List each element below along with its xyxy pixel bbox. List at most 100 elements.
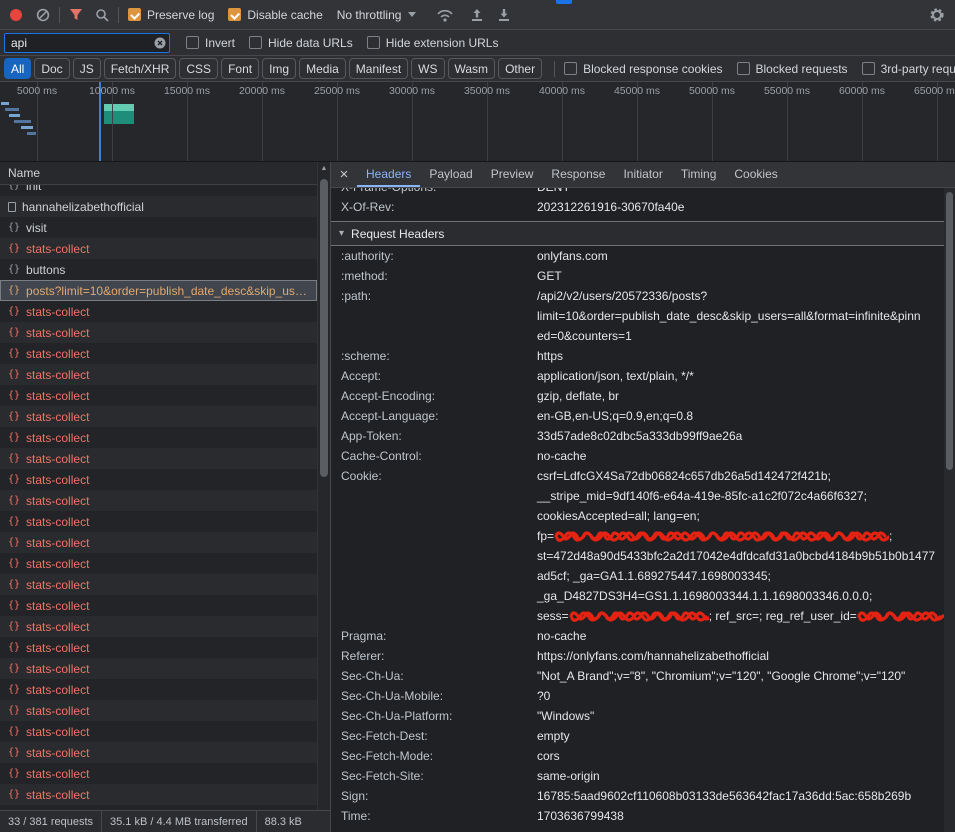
scrollbar-thumb[interactable]: [946, 192, 953, 470]
header-value-line: ed=0&counters=1: [537, 326, 944, 346]
filter-chip-doc[interactable]: Doc: [34, 58, 69, 79]
request-row[interactable]: {}stats-collect: [0, 511, 317, 532]
filter-chip-other[interactable]: Other: [498, 58, 542, 79]
requests-scrollbar[interactable]: ▲: [317, 162, 330, 810]
request-row[interactable]: {}stats-collect: [0, 679, 317, 700]
redaction-scribble: [554, 530, 889, 543]
filter-chip-media[interactable]: Media: [299, 58, 346, 79]
scroll-up-icon[interactable]: ▲: [318, 162, 330, 176]
request-row[interactable]: {}stats-collect: [0, 553, 317, 574]
request-row[interactable]: hannahelizabethofficial: [0, 196, 317, 217]
braces-icon: {}: [8, 185, 20, 191]
request-row[interactable]: {}init: [0, 185, 317, 196]
filter-chip-img[interactable]: Img: [262, 58, 296, 79]
checkbox-blocked-response-cookies[interactable]: Blocked response cookies: [564, 62, 722, 76]
search-button[interactable]: [95, 8, 109, 22]
header-row: Referer:https://onlyfans.com/hannaheliza…: [331, 646, 944, 666]
tab-response[interactable]: Response: [542, 162, 614, 187]
import-har-button[interactable]: [470, 8, 484, 22]
request-row[interactable]: {} stats-collect: [0, 469, 317, 490]
timeline-tick-label: 55000 ms: [764, 85, 810, 97]
checkbox-blocked-requests[interactable]: Blocked requests: [737, 62, 848, 76]
request-name: stats-collect: [26, 641, 313, 655]
request-row[interactable]: {}stats-collect: [0, 658, 317, 679]
timeline-tick-label: 25000 ms: [314, 85, 360, 97]
request-headers-section[interactable]: ▾Request Headers: [331, 221, 944, 246]
timeline-overview[interactable]: 5000 ms10000 ms15000 ms20000 ms25000 ms3…: [0, 82, 955, 162]
tab-preview[interactable]: Preview: [482, 162, 543, 187]
request-row[interactable]: {}stats-collect: [0, 490, 317, 511]
braces-icon: {}: [8, 243, 20, 254]
request-row[interactable]: {}stats-collect: [0, 595, 317, 616]
braces-icon: {}: [8, 621, 20, 632]
request-row[interactable]: {}stats-collect: [0, 742, 317, 763]
disable-cache-checkbox[interactable]: Disable cache: [228, 8, 322, 22]
close-details-button[interactable]: ×: [331, 166, 357, 183]
preserve-log-checkbox[interactable]: Preserve log: [128, 8, 214, 22]
request-row[interactable]: {}stats-collect: [0, 763, 317, 784]
header-value-line: fp=;: [537, 526, 944, 546]
request-row[interactable]: {}stats-collect: [0, 301, 317, 322]
scrollbar-thumb[interactable]: [320, 179, 328, 477]
filter-input[interactable]: [4, 33, 170, 53]
filter-toggle-button[interactable]: [69, 8, 83, 21]
request-row[interactable]: {}stats-collect: [0, 448, 317, 469]
redaction-scribble: [569, 610, 709, 623]
filter-chip-manifest[interactable]: Manifest: [349, 58, 408, 79]
tab-headers[interactable]: Headers: [357, 162, 420, 187]
name-column-header[interactable]: Name: [0, 162, 330, 185]
tab-timing[interactable]: Timing: [672, 162, 726, 187]
request-row[interactable]: {}stats-collect: [0, 700, 317, 721]
filter-chip-all[interactable]: All: [4, 58, 31, 79]
export-har-button[interactable]: [497, 8, 511, 22]
request-row[interactable]: {}stats-collect: [0, 364, 317, 385]
requests-count: 33 / 381 requests: [0, 811, 102, 832]
checkbox-3rd-party-requests[interactable]: 3rd-party requests: [862, 62, 955, 76]
braces-icon: {}: [8, 474, 20, 485]
requests-panel: Name {}inithannahelizabethofficial{}visi…: [0, 162, 330, 832]
request-row[interactable]: {}stats-collect: [0, 532, 317, 553]
request-row[interactable]: {}stats-collect: [0, 574, 317, 595]
settings-gear-button[interactable]: [929, 7, 945, 23]
details-scrollbar[interactable]: [944, 188, 955, 832]
header-row: X-Frame-Options:DENY: [331, 188, 944, 197]
request-row[interactable]: {}stats-collect: [0, 784, 317, 805]
request-row[interactable]: {}stats-collect: [0, 721, 317, 742]
filter-chip-js[interactable]: JS: [73, 58, 101, 79]
request-row[interactable]: {}visit: [0, 217, 317, 238]
request-name: stats-collect: [26, 347, 313, 361]
request-row[interactable]: {}stats-collect: [0, 406, 317, 427]
request-name: stats-collect: [26, 662, 313, 676]
hide-extension-urls-checkbox[interactable]: Hide extension URLs: [367, 36, 499, 50]
request-row[interactable]: {}stats-collect: [0, 343, 317, 364]
record-button[interactable]: [10, 9, 22, 21]
request-name: stats-collect: [26, 473, 313, 487]
request-row[interactable]: {}stats-collect: [0, 616, 317, 637]
checkbox-icon: [737, 62, 750, 75]
hide-data-urls-checkbox[interactable]: Hide data URLs: [249, 36, 353, 50]
request-row[interactable]: {}buttons: [0, 259, 317, 280]
header-value: application/json, text/plain, */*: [537, 366, 944, 386]
request-row[interactable]: {}stats-collect: [0, 637, 317, 658]
header-row: Pragma:no-cache: [331, 626, 944, 646]
checkbox-icon: [367, 36, 380, 49]
tab-cookies[interactable]: Cookies: [725, 162, 786, 187]
filter-chip-font[interactable]: Font: [221, 58, 259, 79]
request-row[interactable]: {}stats-collect: [0, 427, 317, 448]
clear-button[interactable]: [36, 8, 50, 22]
request-row[interactable]: {}stats-collect: [0, 238, 317, 259]
request-row[interactable]: {}stats-collect: [0, 322, 317, 343]
tab-initiator[interactable]: Initiator: [614, 162, 671, 187]
network-conditions-button[interactable]: [436, 8, 454, 22]
request-row[interactable]: {}stats-collect: [0, 385, 317, 406]
request-row[interactable]: {}posts?limit=10&order=publish_date_desc…: [0, 280, 317, 301]
invert-checkbox[interactable]: Invert: [186, 36, 235, 50]
tab-payload[interactable]: Payload: [420, 162, 481, 187]
clear-filter-button[interactable]: [154, 37, 166, 49]
header-row: Sec-Ch-Ua-Platform:"Windows": [331, 706, 944, 726]
filter-chip-ws[interactable]: WS: [411, 58, 444, 79]
filter-chip-fetch-xhr[interactable]: Fetch/XHR: [104, 58, 177, 79]
filter-chip-wasm[interactable]: Wasm: [448, 58, 496, 79]
throttling-dropdown[interactable]: No throttling: [337, 8, 417, 22]
filter-chip-css[interactable]: CSS: [179, 58, 218, 79]
